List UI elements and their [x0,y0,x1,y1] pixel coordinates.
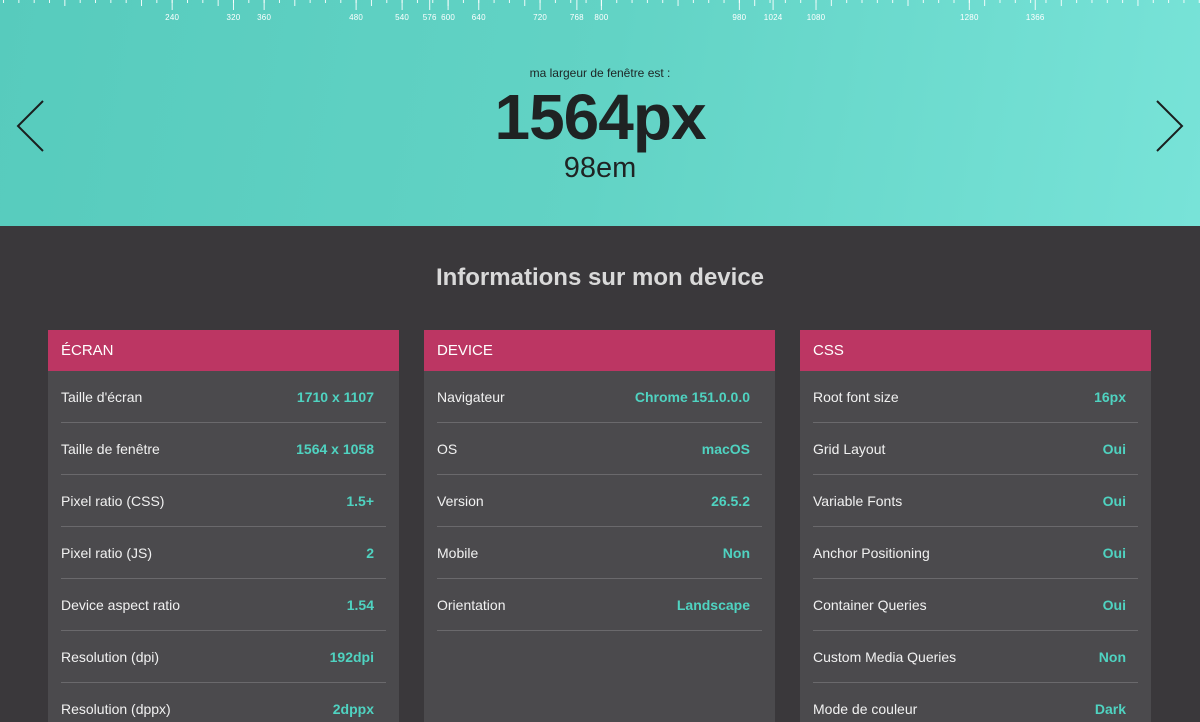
info-row: Navigateur Chrome 151.0.0.0 [437,371,762,423]
info-row-label: Custom Media Queries [813,649,957,665]
info-row-label: Pixel ratio (CSS) [61,493,165,509]
info-row: Taille d'écran 1710 x 1107 [61,371,386,423]
info-row-value: 1564 x 1058 [296,440,374,457]
info-row-label: Anchor Positioning [813,545,930,561]
card-rows: Taille d'écran 1710 x 1107 Taille de fenêt… [48,371,399,722]
chevron-left-icon [16,100,44,152]
card-title: ÉCRAN [48,330,399,371]
ruler-tick-label: 640 [471,13,486,22]
info-row-value: Oui [1102,544,1126,561]
info-row-value: 26.5.2 [711,492,750,509]
ruler-tick-label: 320 [226,13,241,22]
card-title: CSS [800,330,1151,371]
info-row-label: Taille d'écran [61,389,143,405]
card-css: CSS Root font size 16px Grid Layout Oui Vari… [800,330,1151,722]
info-row-value: 1710 x 1107 [296,388,374,405]
info-row-value: Dark [1094,700,1126,717]
info-row: OS macOS [437,423,762,475]
section-title: Informations sur mon device [435,264,765,291]
info-row: Mode de couleur Dark [813,683,1138,722]
ruler-tick-label: 240 [165,13,180,22]
info-row-label: Pixel ratio (JS) [61,545,153,561]
window-width-em: 98em [563,152,637,184]
hero-banner: 240 320 360 480 540 576 600 640 720 768 800 980 1024… [0,0,1200,226]
card-rows: Root font size 16px Grid Layout Oui Variable… [800,371,1151,722]
info-row: Device aspect ratio 1.54 [61,579,386,631]
info-row-value: Oui [1102,492,1126,509]
info-row: Custom Media Queries Non [813,631,1138,683]
info-row: Orientation Landscape [437,579,762,631]
info-row-value: macOS [701,440,750,457]
info-row: Anchor Positioning Oui [813,527,1138,579]
ruler-tick-label: 980 [732,13,747,22]
card-device: DEVICE Navigateur Chrome 151.0.0.0 OS macOS… [424,330,775,722]
info-row-label: Taille de fenêtre [61,441,160,457]
info-row-label: Device aspect ratio [61,597,181,613]
next-arrow-button[interactable] [1152,98,1186,154]
info-row-value: Oui [1102,596,1126,613]
card-title: DEVICE [424,330,775,371]
card-rows: Navigateur Chrome 151.0.0.0 OS macOS Version… [424,371,775,631]
ruler-tick-label: 360 [257,13,272,22]
info-row-value: Landscape [676,596,750,613]
info-row-label: Mode de couleur [813,701,918,717]
info-row-value: 2dppx [332,700,374,717]
info-row-value: Chrome 151.0.0.0 [634,388,750,405]
ruler-tick-label: 480 [349,13,364,22]
ruler-tick-label: 800 [594,13,609,22]
info-row: Container Queries Oui [813,579,1138,631]
info-row-value: 2 [366,544,374,561]
info-row-label: Variable Fonts [813,493,903,509]
info-row-value: 1.5+ [346,492,374,509]
prev-arrow-button[interactable] [14,98,48,154]
card-ecran: ÉCRAN Taille d'écran 1710 x 1107 Taille de… [48,330,399,722]
info-row-label: Resolution (dpi) [61,649,160,665]
info-row: Root font size 16px [813,371,1138,423]
info-row: Taille de fenêtre 1564 x 1058 [61,423,386,475]
info-row: Pixel ratio (CSS) 1.5+ [61,475,386,527]
chevron-right-icon [1156,100,1184,152]
ruler-tick-label: 1080 [806,13,826,22]
ruler-tick-label: 576 [422,13,437,22]
info-row-label: Orientation [437,597,506,613]
info-row-value: Oui [1102,440,1126,457]
info-row-value: Non [1098,648,1126,665]
ruler-tick-label: 768 [569,13,584,22]
info-row: Variable Fonts Oui [813,475,1138,527]
info-row-label: Resolution (dppx) [61,701,171,717]
info-row-label: Grid Layout [813,441,886,457]
info-row-label: Container Queries [813,597,927,613]
info-row: Resolution (dppx) 2dppx [61,683,386,722]
window-width-px: 1564px [494,81,706,153]
info-row-value: 1.54 [346,596,374,613]
ruler-tick-label: 1024 [763,13,783,22]
ruler-tick-label: 600 [441,13,456,22]
ruler-tick-label: 1280 [960,13,979,22]
info-row-value: 192dpi [329,648,374,665]
info-row-value: 16px [1094,388,1126,405]
info-row-value: Non [722,544,750,561]
window-width-caption: ma largeur de fenêtre est : [529,66,671,80]
ruler-tick-label: 540 [395,13,410,22]
info-row-label: Root font size [813,389,899,405]
info-row: Resolution (dpi) 192dpi [61,631,386,683]
info-row: Pixel ratio (JS) 2 [61,527,386,579]
info-row: Mobile Non [437,527,762,579]
ruler-tick-label: 1366 [1025,13,1045,22]
info-row-label: Mobile [437,545,479,561]
info-row-label: OS [437,441,458,457]
info-row-label: Version [437,493,484,509]
info-row-label: Navigateur [437,389,505,405]
info-row: Grid Layout Oui [813,423,1138,475]
info-row: Version 26.5.2 [437,475,762,527]
ruler-tick-label: 720 [533,13,548,22]
